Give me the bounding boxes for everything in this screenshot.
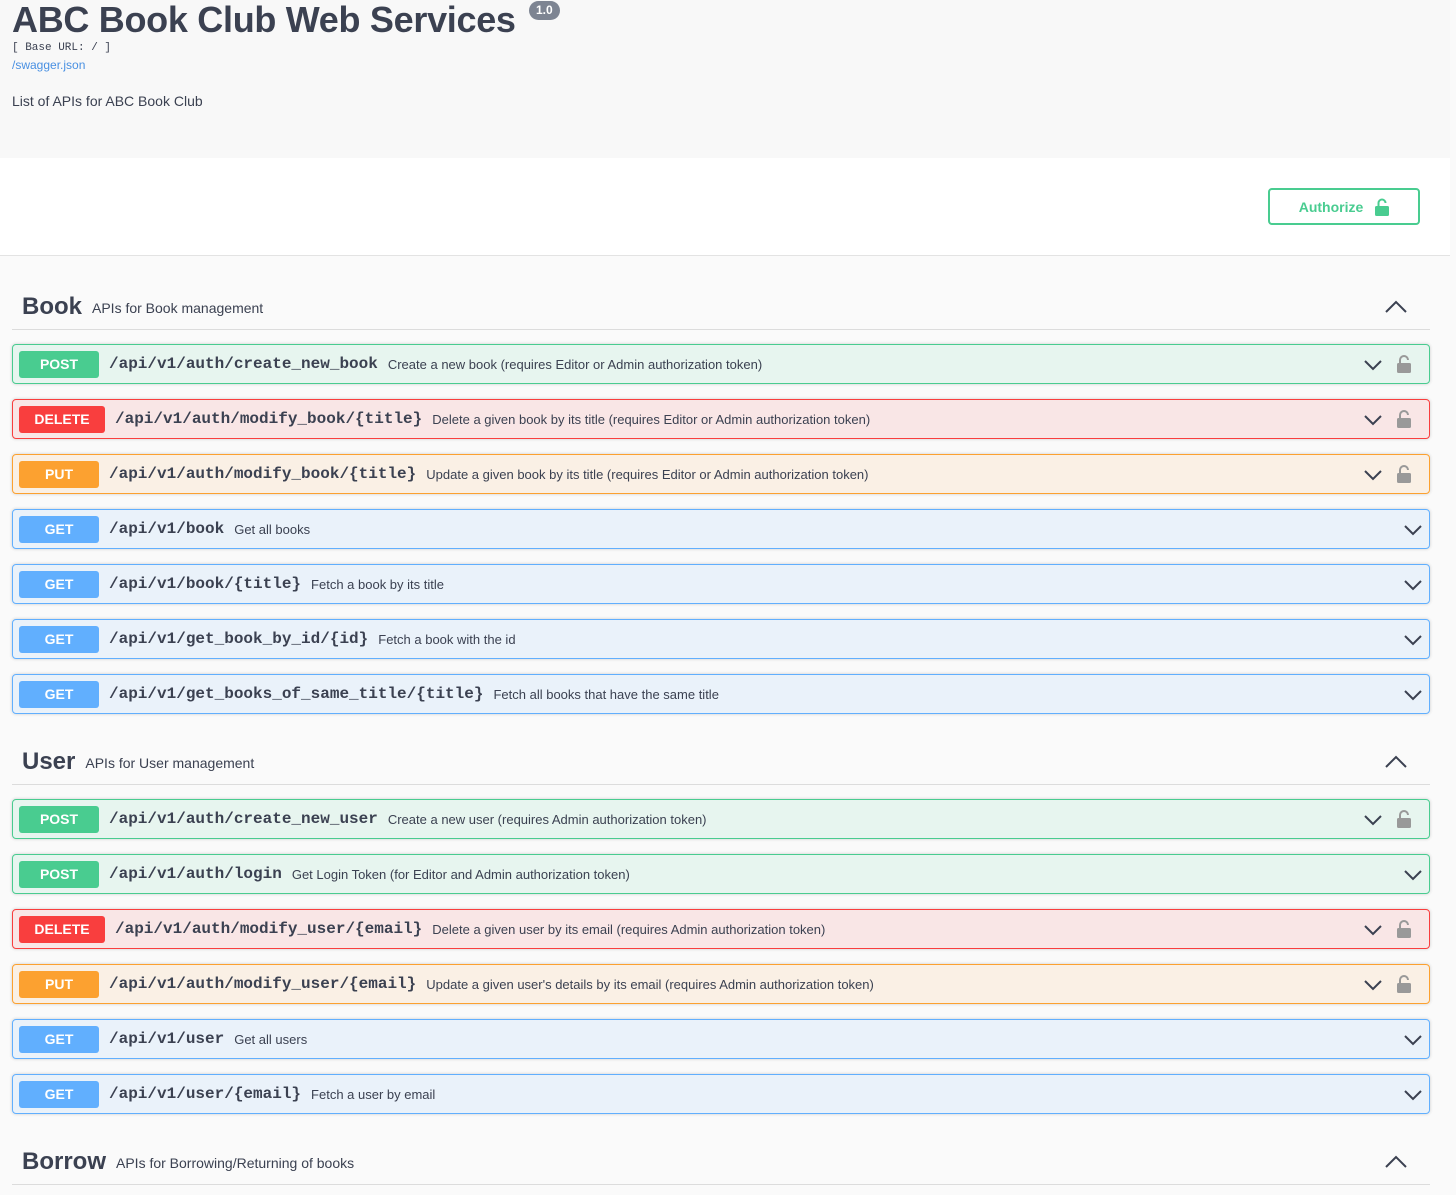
authorize-label: Authorize <box>1298 198 1364 215</box>
chevron-down-icon[interactable] <box>1404 869 1422 881</box>
chevron-down-icon[interactable] <box>1404 634 1422 646</box>
method-badge: PUT <box>19 970 99 998</box>
chevron-down-icon[interactable] <box>1364 979 1382 991</box>
method-badge: POST <box>19 860 99 888</box>
api-description: List of APIs for ABC Book Club <box>12 93 203 109</box>
tag-description: APIs for User management <box>85 755 255 771</box>
method-badge: GET <box>19 625 99 653</box>
chevron-up-icon[interactable] <box>1384 752 1408 770</box>
chevron-down-icon[interactable] <box>1364 924 1382 936</box>
operation-delete[interactable]: DELETE/api/v1/auth/modify_book/{title} De… <box>12 399 1430 439</box>
tag-description: APIs for Borrowing/Returning of books <box>116 1155 355 1171</box>
operation-summary: Update a given user's details by its ema… <box>426 976 874 992</box>
page-title: ABC Book Club Web Services <box>12 0 516 40</box>
operation-summary: Create a new user (requires Admin author… <box>387 811 707 827</box>
operation-path: /api/v1/auth/modify_book/{title} <box>109 465 417 483</box>
operation-summary: Get all users <box>234 1031 308 1047</box>
operation-post[interactable]: POST/api/v1/auth/create_new_book Create a… <box>12 344 1430 384</box>
operation-get[interactable]: GET/api/v1/get_book_by_id/{id} Fetch a bo… <box>12 619 1430 659</box>
chevron-down-icon[interactable] <box>1404 524 1422 536</box>
tag-name: User <box>22 747 76 775</box>
operation-path: /api/v1/auth/create_new_user <box>109 810 378 828</box>
operation-summary: Delete a given book by its title (requir… <box>432 411 871 427</box>
unlock-icon[interactable] <box>1396 464 1412 484</box>
operation-post[interactable]: POST/api/v1/auth/create_new_user Create a… <box>12 799 1430 839</box>
operation-path: /api/v1/user/{email} <box>109 1085 302 1103</box>
operation-summary: Delete a given user by its email (requir… <box>432 921 826 937</box>
operation-path: /api/v1/book <box>109 520 225 538</box>
operation-post[interactable]: POST/api/v1/auth/login Get Login Token (f… <box>12 854 1430 894</box>
operation-get[interactable]: GET/api/v1/user Get all users <box>12 1019 1430 1059</box>
operation-summary: Create a new book (requires Editor or Ad… <box>387 356 763 372</box>
tag-header-user[interactable]: User APIs for User management <box>12 739 1430 785</box>
operation-summary: Fetch a user by email <box>311 1086 436 1102</box>
unlock-icon[interactable] <box>1396 354 1412 374</box>
method-badge: PUT <box>19 460 99 488</box>
chevron-down-icon[interactable] <box>1404 689 1422 701</box>
operation-path: /api/v1/get_book_by_id/{id} <box>109 630 369 648</box>
unlock-icon[interactable] <box>1396 409 1412 429</box>
operation-get[interactable]: GET/api/v1/book/{title} Fetch a book by i… <box>12 564 1430 604</box>
unlock-icon[interactable] <box>1396 974 1412 994</box>
operation-path: /api/v1/get_books_of_same_title/{title} <box>109 685 484 703</box>
method-badge: POST <box>19 350 99 378</box>
chevron-up-icon[interactable] <box>1384 1152 1408 1170</box>
method-badge: DELETE <box>19 915 105 943</box>
operation-put[interactable]: PUT/api/v1/auth/modify_user/{email} Updat… <box>12 964 1430 1004</box>
operation-summary: Update a given book by its title (requir… <box>426 466 869 482</box>
version-badge: 1.0 <box>529 1 560 20</box>
operation-path: /api/v1/auth/create_new_book <box>109 355 378 373</box>
operation-delete[interactable]: DELETE/api/v1/auth/modify_user/{email} De… <box>12 909 1430 949</box>
unlock-icon[interactable] <box>1396 809 1412 829</box>
tag-name: Borrow <box>22 1147 106 1175</box>
operation-path: /api/v1/auth/login <box>109 865 282 883</box>
operation-put[interactable]: PUT/api/v1/auth/modify_book/{title} Updat… <box>12 454 1430 494</box>
unlock-icon[interactable] <box>1396 919 1412 939</box>
unlock-icon <box>1375 198 1390 216</box>
operation-summary: Get all books <box>234 521 311 537</box>
method-badge: GET <box>19 1025 99 1053</box>
chevron-down-icon[interactable] <box>1404 1089 1422 1101</box>
chevron-down-icon[interactable] <box>1364 359 1382 371</box>
authorize-button[interactable]: Authorize <box>1268 188 1420 225</box>
operation-path: /api/v1/book/{title} <box>109 575 302 593</box>
operation-path: /api/v1/auth/modify_user/{email} <box>115 920 423 938</box>
chevron-down-icon[interactable] <box>1404 1034 1422 1046</box>
chevron-down-icon[interactable] <box>1404 579 1422 591</box>
chevron-up-icon[interactable] <box>1384 297 1408 315</box>
method-badge: DELETE <box>19 405 105 433</box>
tag-name: Book <box>22 292 82 320</box>
operation-summary: Fetch all books that have the same title <box>493 686 719 702</box>
swagger-json-link[interactable]: /swagger.json <box>12 58 85 72</box>
operation-summary: Fetch a book with the id <box>378 631 516 647</box>
chevron-down-icon[interactable] <box>1364 414 1382 426</box>
method-badge: GET <box>19 570 99 598</box>
tag-header-book[interactable]: Book APIs for Book management <box>12 284 1430 330</box>
chevron-down-icon[interactable] <box>1364 469 1382 481</box>
info-section: ABC Book Club Web Services 1.0 [ Base UR… <box>0 0 1450 158</box>
operation-get[interactable]: GET/api/v1/book Get all books <box>12 509 1430 549</box>
operation-get[interactable]: GET/api/v1/user/{email} Fetch a user by e… <box>12 1074 1430 1114</box>
method-badge: GET <box>19 515 99 543</box>
method-badge: POST <box>19 805 99 833</box>
scheme-container: Authorize <box>0 158 1450 256</box>
tag-description: APIs for Book management <box>92 300 264 316</box>
tag-header-borrow[interactable]: Borrow APIs for Borrowing/Returning of bo… <box>12 1139 1430 1185</box>
operation-get[interactable]: GET/api/v1/get_books_of_same_title/{titl… <box>12 674 1430 714</box>
operation-summary: Fetch a book by its title <box>311 576 444 592</box>
method-badge: GET <box>19 1080 99 1108</box>
chevron-down-icon[interactable] <box>1364 814 1382 826</box>
operation-summary: Get Login Token (for Editor and Admin au… <box>291 866 630 882</box>
operation-path: /api/v1/auth/modify_user/{email} <box>109 975 417 993</box>
base-url: [ Base URL: / ] <box>12 42 112 54</box>
operation-path: /api/v1/user <box>109 1030 225 1048</box>
operation-path: /api/v1/auth/modify_book/{title} <box>115 410 423 428</box>
method-badge: GET <box>19 680 99 708</box>
